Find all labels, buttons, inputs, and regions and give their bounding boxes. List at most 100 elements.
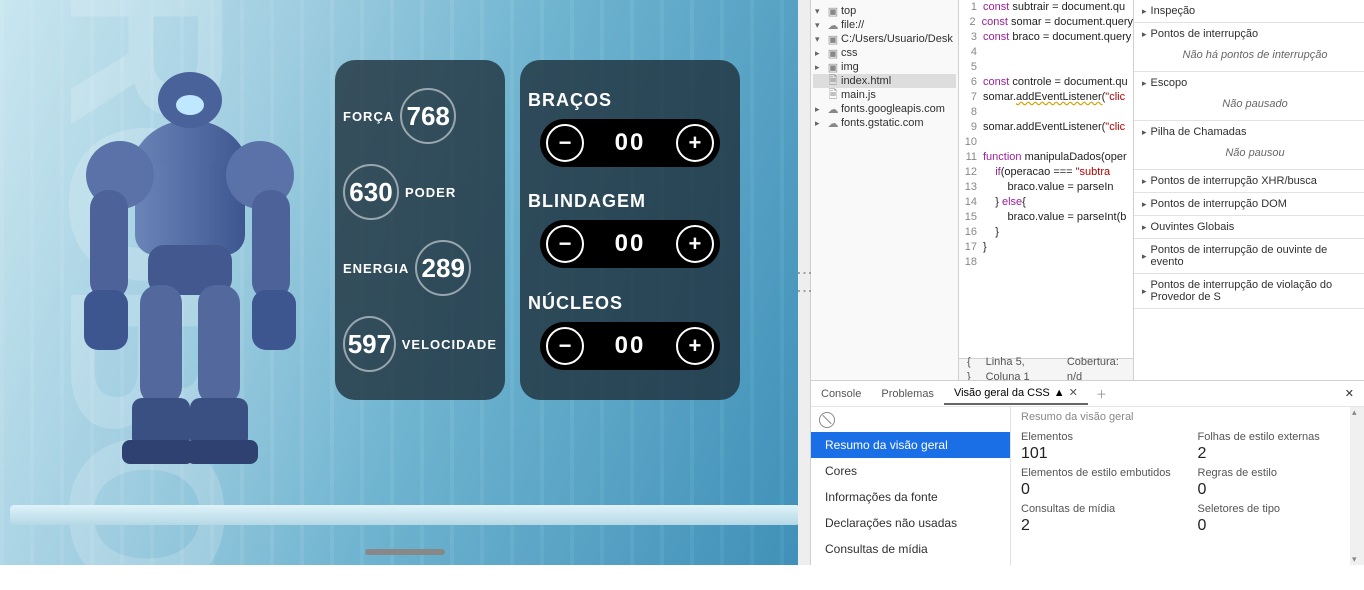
- code-line[interactable]: somar.addEventListener("clic: [983, 120, 1125, 135]
- file-icon: 🗎: [827, 89, 839, 101]
- line-number[interactable]: 1: [959, 0, 983, 15]
- disclosure-icon[interactable]: ▾: [815, 34, 825, 45]
- disclosure-icon[interactable]: ▸: [815, 118, 825, 129]
- line-number[interactable]: 16: [959, 225, 983, 240]
- line-number[interactable]: 13: [959, 180, 983, 195]
- tree-row[interactable]: ▾ ▣ top: [813, 4, 956, 18]
- summary-card: Consultas de mídia2: [1021, 503, 1178, 535]
- accordion-header[interactable]: ▸Pontos de interrupção: [1134, 23, 1364, 45]
- code-line[interactable]: }: [983, 225, 999, 240]
- pane-drag-bar[interactable]: ⋮⋮: [798, 0, 810, 565]
- code-line[interactable]: }: [983, 240, 987, 255]
- tree-row[interactable]: ▾ ▣ C:/Users/Usuario/Desk: [813, 32, 956, 46]
- tab-problemas[interactable]: Problemas: [871, 384, 944, 404]
- accordion-header[interactable]: ▸Ouvintes Globais: [1134, 216, 1364, 238]
- line-number[interactable]: 6: [959, 75, 983, 90]
- disclosure-icon[interactable]: ▸: [815, 104, 825, 115]
- plus-button[interactable]: +: [676, 225, 714, 263]
- close-drawer-button[interactable]: ✕: [1335, 387, 1364, 400]
- disclosure-icon[interactable]: ▾: [815, 6, 825, 17]
- control-title: BRAÇOS: [528, 90, 732, 111]
- minus-button[interactable]: −: [546, 124, 584, 162]
- tree-label: main.js: [841, 89, 876, 101]
- line-number[interactable]: 2: [959, 15, 982, 30]
- accordion-header[interactable]: ▸Pontos de interrupção de violação do Pr…: [1134, 274, 1364, 308]
- line-number[interactable]: 11: [959, 150, 983, 165]
- css-nav-item[interactable]: Informações da fonte: [811, 484, 1010, 510]
- tree-row[interactable]: ▸ ☁ fonts.gstatic.com: [813, 116, 956, 130]
- tree-label: top: [841, 5, 856, 17]
- accordion-header[interactable]: ▸Escopo: [1134, 72, 1364, 94]
- line-number[interactable]: 14: [959, 195, 983, 210]
- accordion-header[interactable]: ▸Pontos de interrupção de ouvinte de eve…: [1134, 239, 1364, 273]
- tree-row[interactable]: ▸ ☁ fonts.googleapis.com: [813, 102, 956, 116]
- card-value: 0: [1198, 481, 1355, 499]
- disclosure-icon[interactable]: ▾: [815, 20, 825, 31]
- plus-button[interactable]: +: [676, 327, 714, 365]
- accordion-body: Não pausou: [1134, 143, 1364, 169]
- disclosure-icon[interactable]: ▸: [815, 62, 825, 73]
- css-nav-item[interactable]: Cores: [811, 458, 1010, 484]
- stat-row: ENERGIA289: [343, 240, 497, 296]
- disclosure-icon[interactable]: ▸: [815, 48, 825, 59]
- line-number[interactable]: 7: [959, 90, 983, 105]
- css-nav-item[interactable]: Declarações não usadas: [811, 510, 1010, 536]
- card-value: 2: [1198, 445, 1355, 463]
- code-line[interactable]: somar.addEventListener("clic: [983, 90, 1125, 105]
- line-number[interactable]: 5: [959, 60, 983, 75]
- card-value: 0: [1021, 481, 1178, 499]
- scrollbar[interactable]: [1350, 407, 1364, 565]
- code-line[interactable]: const subtrair = document.qu: [983, 0, 1125, 15]
- line-number[interactable]: 8: [959, 105, 983, 120]
- code-line[interactable]: const somar = document.query: [982, 15, 1133, 30]
- code-line[interactable]: const controle = document.qu: [983, 75, 1128, 90]
- code-line[interactable]: const braco = document.query: [983, 30, 1131, 45]
- no-entry-icon[interactable]: [819, 412, 835, 428]
- line-number[interactable]: 17: [959, 240, 983, 255]
- accordion-header[interactable]: ▸Pontos de interrupção DOM: [1134, 193, 1364, 215]
- tree-row[interactable]: ▸ ▣ css: [813, 46, 956, 60]
- line-number[interactable]: 12: [959, 165, 983, 180]
- accordion-header[interactable]: ▸Inspeção: [1134, 0, 1364, 22]
- code-line[interactable]: } else{: [983, 195, 1026, 210]
- code-line[interactable]: if(operacao === "subtra: [983, 165, 1110, 180]
- minus-button[interactable]: −: [546, 225, 584, 263]
- card-label: Seletores de tipo: [1198, 503, 1355, 515]
- tree-row[interactable]: 🗎 main.js: [813, 88, 956, 102]
- stepper-value: 00: [615, 129, 646, 157]
- line-number[interactable]: 10: [959, 135, 983, 150]
- tree-row[interactable]: ▾ ☁ file://: [813, 18, 956, 32]
- folder-icon: ▣: [827, 33, 839, 45]
- code-editor[interactable]: 1const subtrair = document.qu2const soma…: [959, 0, 1134, 380]
- code-footer: { } Linha 5, Coluna 1 Cobertura: n/d: [959, 358, 1133, 380]
- plus-button[interactable]: +: [676, 124, 714, 162]
- control-group: BRAÇOS − 00 +: [528, 90, 732, 167]
- folder-icon: ▣: [827, 47, 839, 59]
- close-icon[interactable]: ✕: [1069, 386, 1078, 399]
- code-line[interactable]: function manipulaDados(oper: [983, 150, 1127, 165]
- css-nav-item[interactable]: Consultas de mídia: [811, 536, 1010, 562]
- folder-icon: ▣: [827, 5, 839, 17]
- control-title: NÚCLEOS: [528, 293, 732, 314]
- line-number[interactable]: 9: [959, 120, 983, 135]
- accordion-title: Escopo: [1151, 77, 1188, 89]
- resize-handle[interactable]: [365, 549, 445, 555]
- minus-button[interactable]: −: [546, 327, 584, 365]
- accordion-header[interactable]: ▸Pontos de interrupção XHR/busca: [1134, 170, 1364, 192]
- line-number[interactable]: 3: [959, 30, 983, 45]
- accordion-header[interactable]: ▸Pilha de Chamadas: [1134, 121, 1364, 143]
- line-number[interactable]: 15: [959, 210, 983, 225]
- add-tab-button[interactable]: ＋: [1088, 386, 1115, 402]
- tab-console[interactable]: Console: [811, 384, 871, 404]
- line-number[interactable]: 18: [959, 255, 983, 270]
- pretty-print-icon[interactable]: { }: [967, 355, 976, 381]
- stepper: − 00 +: [540, 220, 720, 268]
- tree-label: img: [841, 61, 859, 73]
- css-nav-item[interactable]: Resumo da visão geral: [811, 432, 1010, 458]
- code-line[interactable]: braco.value = parseInt(b: [983, 210, 1126, 225]
- code-line[interactable]: braco.value = parseIn: [983, 180, 1114, 195]
- line-number[interactable]: 4: [959, 45, 983, 60]
- accordion-body: Não há pontos de interrupção: [1134, 45, 1364, 71]
- tab-css-overview[interactable]: Visão geral da CSS ▲ ✕: [944, 382, 1088, 405]
- stat-value: 630: [343, 164, 399, 220]
